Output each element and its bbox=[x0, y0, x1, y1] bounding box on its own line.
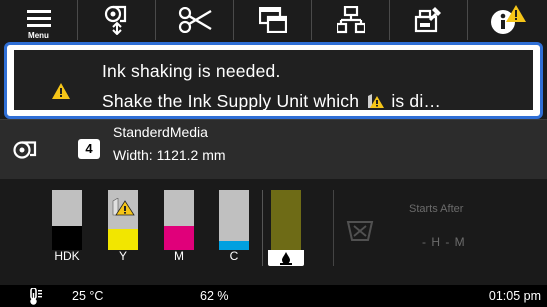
layout-icon bbox=[258, 7, 287, 33]
alert-message-line2: Shake the Ink Supply Unit which is di… bbox=[102, 91, 441, 112]
maintenance-icon bbox=[414, 7, 441, 33]
media-slot-number: 4 bbox=[78, 139, 100, 159]
printer-panel: Menu Ink shaking is needed. Shake the In… bbox=[0, 0, 547, 307]
ink-cartridge-hdk bbox=[52, 190, 82, 250]
temperature: 25 °C bbox=[72, 289, 104, 303]
ink-cartridge-m bbox=[164, 190, 194, 250]
media-info[interactable]: 4 StanderdMedia Width: 1121.2 mm bbox=[0, 119, 547, 179]
ink-label-m: M bbox=[174, 249, 184, 263]
starts-after-label: Starts After bbox=[409, 203, 464, 215]
ink-cartridge-y bbox=[108, 190, 138, 250]
menu-icon bbox=[26, 10, 51, 27]
menu-button[interactable]: Menu bbox=[0, 0, 78, 40]
waste-ink-bottle bbox=[271, 190, 301, 250]
ink-label-y: Y bbox=[118, 249, 127, 263]
alert-banner[interactable]: Ink shaking is needed. Shake the Ink Sup… bbox=[4, 42, 543, 119]
ink-separator bbox=[262, 190, 263, 266]
clock: 01:05 pm bbox=[488, 289, 541, 303]
media-feed-icon bbox=[104, 5, 126, 35]
ink-level-fill bbox=[164, 226, 194, 250]
info-warning-icon bbox=[490, 5, 526, 34]
ink-empty-portion bbox=[52, 190, 82, 226]
ink-shake-warning-icon bbox=[112, 198, 135, 216]
toolbar: Menu bbox=[0, 0, 547, 40]
layout-button[interactable] bbox=[234, 0, 312, 40]
network-button[interactable] bbox=[312, 0, 390, 40]
alert-body: Ink shaking is needed. Shake the Ink Sup… bbox=[14, 50, 533, 112]
media-name: StanderdMedia bbox=[113, 124, 208, 140]
warning-icon bbox=[52, 83, 70, 99]
cut-button[interactable] bbox=[156, 0, 234, 40]
roll-media-icon bbox=[13, 141, 37, 159]
ink-empty-portion bbox=[219, 190, 249, 241]
maintenance-divider bbox=[333, 190, 334, 266]
ink-level-fill bbox=[52, 226, 82, 250]
alert-line2-start: Shake the Ink Supply Unit which bbox=[102, 91, 360, 111]
media-width: Width: 1121.2 mm bbox=[113, 147, 226, 163]
network-icon bbox=[336, 6, 365, 34]
humidity: 62 % bbox=[200, 289, 229, 303]
thermometer-icon bbox=[30, 288, 42, 305]
info-button[interactable] bbox=[468, 0, 547, 40]
alert-message-line1: Ink shaking is needed. bbox=[102, 61, 281, 81]
maintenance-time: - H - M bbox=[422, 235, 466, 249]
ink-label-c: C bbox=[229, 249, 239, 263]
head-cleaning-icon bbox=[346, 221, 374, 241]
ink-level-fill bbox=[108, 229, 138, 250]
maintenance-button[interactable] bbox=[390, 0, 468, 40]
ink-drop-icon bbox=[280, 252, 292, 265]
cut-icon bbox=[178, 7, 212, 33]
ink-cartridge-c bbox=[219, 190, 249, 250]
media-feed-button[interactable] bbox=[78, 0, 156, 40]
ink-empty-portion bbox=[164, 190, 194, 226]
ink-label-hdk: HDK bbox=[54, 249, 80, 263]
alert-line2-end: is di… bbox=[391, 91, 442, 111]
ink-status[interactable]: HDK Y M C Starts After - H - M bbox=[0, 180, 547, 284]
menu-label: Menu bbox=[28, 31, 49, 40]
waste-ink-label bbox=[268, 250, 304, 266]
ink-shake-icon bbox=[368, 94, 385, 108]
status-bar: 25 °C 62 % 01:05 pm bbox=[0, 285, 547, 307]
